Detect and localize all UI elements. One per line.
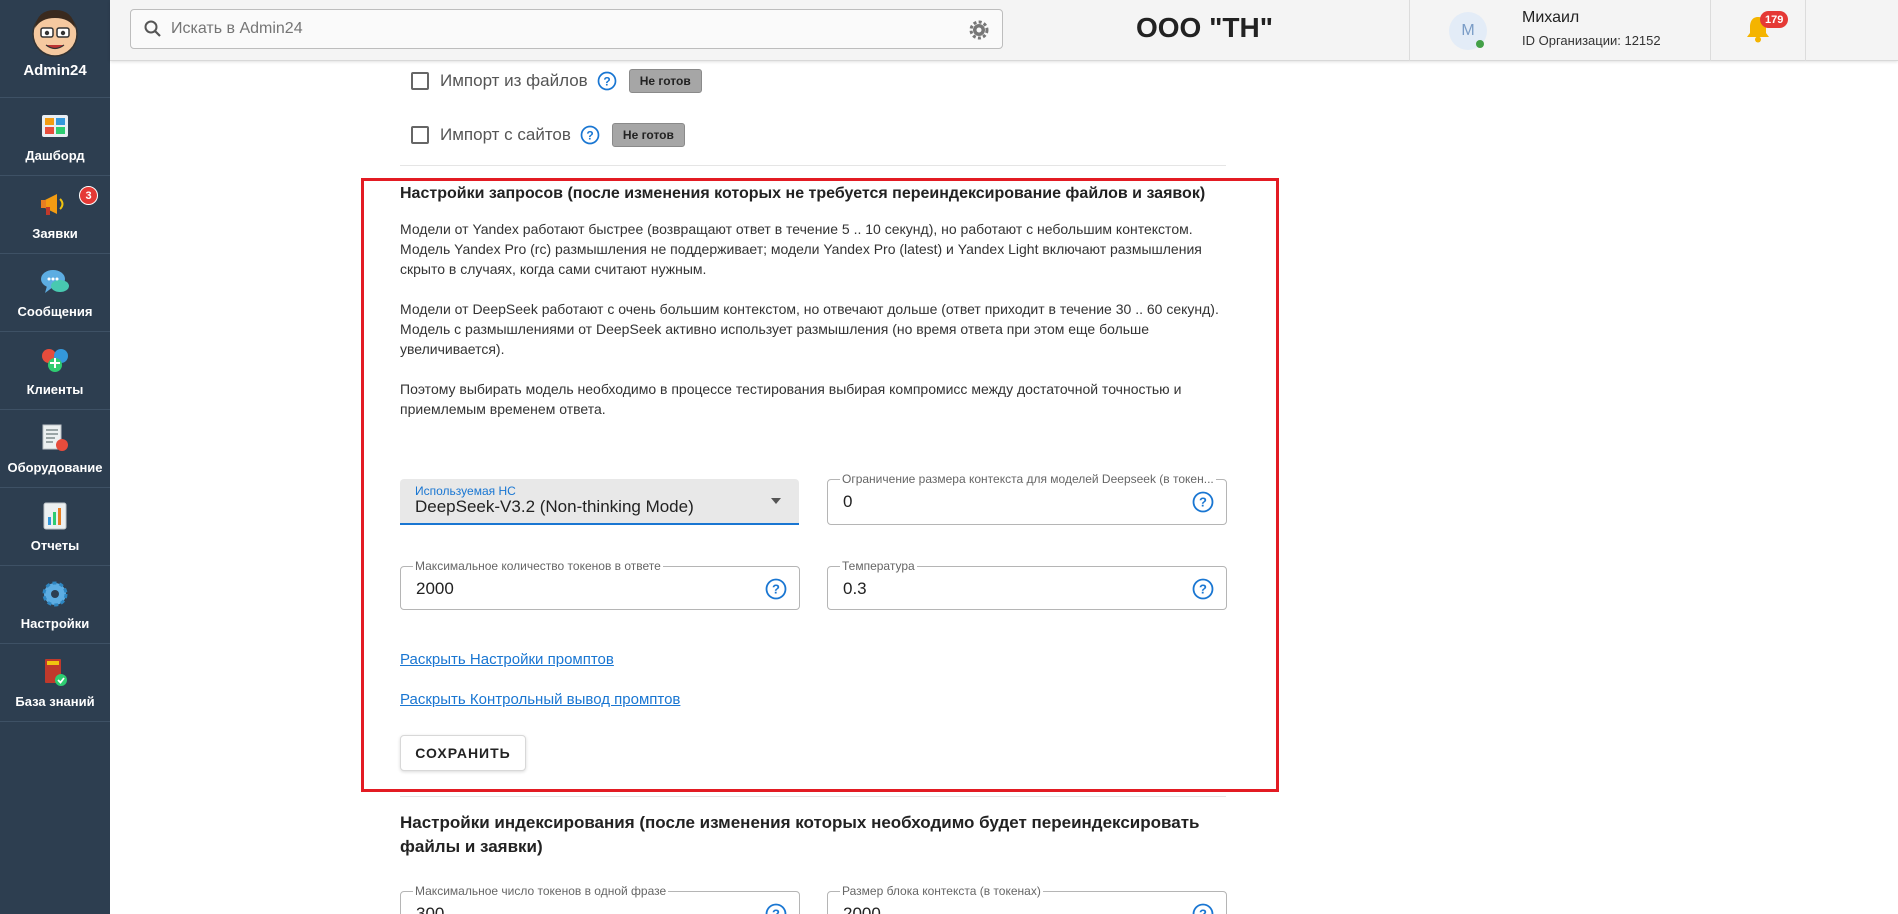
svg-text:?: ? <box>586 129 593 143</box>
online-status-dot <box>1476 40 1484 48</box>
description-paragraph: Поэтому выбирать модель необходимо в про… <box>400 381 1182 417</box>
svg-text:?: ? <box>1199 907 1207 914</box>
help-circle-icon[interactable]: ? <box>1192 578 1214 600</box>
notifications-badge: 179 <box>1760 11 1789 28</box>
import-sites-label: Импорт с сайтов <box>440 125 571 144</box>
help-circle-icon[interactable]: ? <box>580 125 600 145</box>
query-settings-title: Настройки запросов (после изменения кото… <box>400 185 1206 202</box>
import-files-row: Импорт из файлов ? Не готов <box>411 69 702 93</box>
temperature-field[interactable]: Температура 0.3 ? <box>827 559 1227 610</box>
organization-id: ID Организации: 12152 <box>1522 33 1661 48</box>
max-tokens-value: 2000 <box>416 579 454 598</box>
search-settings-gear-icon[interactable] <box>968 19 990 41</box>
organization-title: ООО "ТН" <box>1136 12 1273 43</box>
status-badge: Не готов <box>611 123 685 147</box>
help-circle-icon[interactable]: ? <box>765 903 787 914</box>
description-paragraph: Модель Yandex Pro (rc) размышления не по… <box>400 241 1202 277</box>
temperature-label: Температура <box>840 559 917 573</box>
header-divider <box>1805 0 1806 61</box>
section-divider <box>400 165 1226 166</box>
user-name[interactable]: Михаил <box>1522 9 1579 27</box>
description-paragraph: Модель с размышлениями от DeepSeek актив… <box>400 321 1150 357</box>
svg-text:?: ? <box>603 75 610 89</box>
max-phrase-tokens-label: Максимальное число токенов в одной фразе <box>413 884 669 898</box>
header-divider <box>1409 0 1410 61</box>
model-select[interactable]: Используемая НС DeepSeek-V3.2 (Non-think… <box>400 479 799 525</box>
import-sites-checkbox[interactable] <box>411 126 429 144</box>
model-select-value: DeepSeek-V3.2 (Non-thinking Mode) <box>415 497 694 516</box>
expand-prompt-settings-link[interactable]: Раскрыть Настройки промптов <box>400 651 614 668</box>
context-block-size-field[interactable]: Размер блока контекста (в токенах) 2000 … <box>827 884 1227 914</box>
section-divider <box>400 796 1226 797</box>
svg-text:?: ? <box>772 582 780 597</box>
model-select-label: Используемая НС <box>415 484 516 498</box>
query-settings-description: Модели от Yandex работают быстрее (возвр… <box>400 219 1230 419</box>
save-button[interactable]: СОХРАНИТЬ <box>400 735 526 771</box>
import-files-label: Импорт из файлов <box>440 71 588 90</box>
description-paragraph: Модели от DeepSeek работают с очень боль… <box>400 301 1219 317</box>
svg-text:?: ? <box>1199 495 1207 510</box>
search-bar[interactable] <box>130 9 1003 49</box>
import-sites-row: Импорт с сайтов ? Не готов <box>411 123 685 147</box>
status-badge: Не готов <box>628 69 702 93</box>
logo-face-icon <box>32 10 78 57</box>
description-paragraph: Модели от Yandex работают быстрее (возвр… <box>400 221 1193 237</box>
top-header: ООО "ТН" М Михаил ID Организации: 12152 … <box>110 0 1898 61</box>
max-phrase-tokens-field[interactable]: Максимальное число токенов в одной фразе… <box>400 884 800 914</box>
context-block-size-label: Размер блока контекста (в токенах) <box>840 884 1043 898</box>
context-limit-field[interactable]: Ограничение размера контекста для моделе… <box>827 472 1227 525</box>
temperature-value: 0.3 <box>843 579 867 598</box>
header-divider <box>1710 0 1711 61</box>
svg-text:?: ? <box>772 907 780 914</box>
search-icon <box>144 20 161 37</box>
svg-text:?: ? <box>1199 582 1207 597</box>
main-content: Импорт из файлов ? Не готов Импорт с сай… <box>0 61 1898 914</box>
help-circle-icon[interactable]: ? <box>765 578 787 600</box>
help-circle-icon[interactable]: ? <box>597 71 617 91</box>
help-circle-icon[interactable]: ? <box>1192 903 1214 914</box>
help-circle-icon[interactable]: ? <box>1192 491 1214 513</box>
import-files-checkbox[interactable] <box>411 72 429 90</box>
context-block-size-value: 2000 <box>843 904 881 914</box>
max-tokens-field[interactable]: Максимальное количество токенов в ответе… <box>400 559 800 610</box>
dropdown-arrow-icon[interactable] <box>771 498 781 504</box>
context-limit-value: 0 <box>843 492 853 511</box>
index-settings-title: Настройки индексирования (после изменени… <box>400 813 1200 856</box>
context-limit-label: Ограничение размера контекста для моделе… <box>840 472 1216 486</box>
search-input[interactable] <box>171 20 951 38</box>
max-tokens-label: Максимальное количество токенов в ответе <box>413 559 663 573</box>
expand-control-output-link[interactable]: Раскрыть Контрольный вывод промптов <box>400 691 680 708</box>
max-phrase-tokens-value: 300 <box>416 904 445 914</box>
